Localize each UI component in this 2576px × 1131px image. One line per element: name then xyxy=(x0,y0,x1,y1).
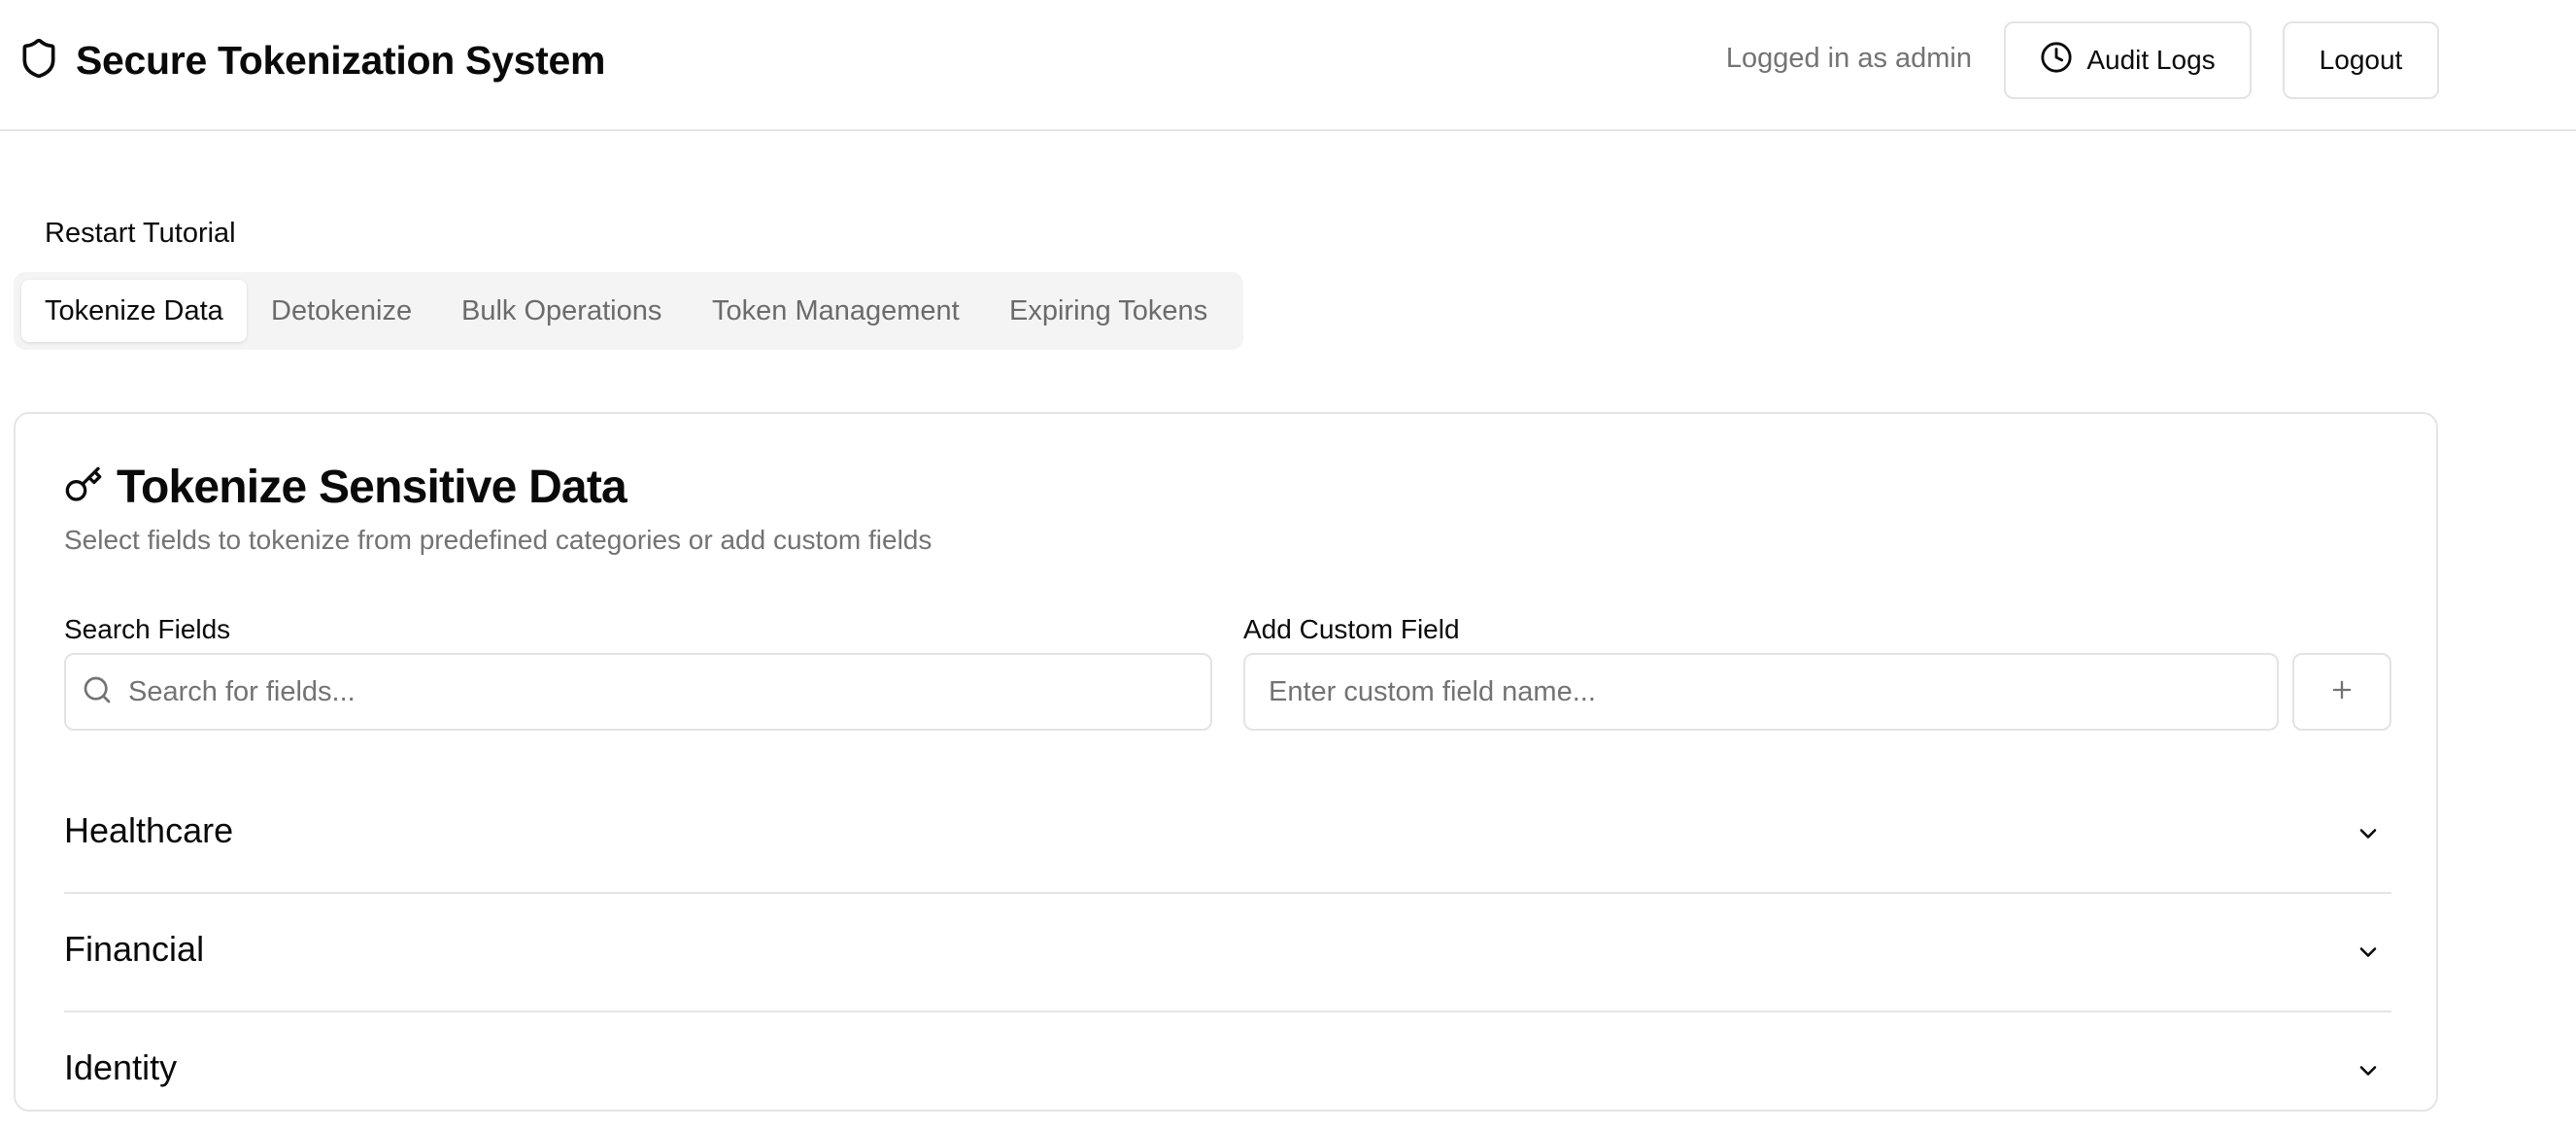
shield-icon xyxy=(17,35,60,86)
accordion-label: Identity xyxy=(64,1047,178,1087)
accordion-financial[interactable]: Financial xyxy=(64,894,2391,1012)
logged-in-status: Logged in as admin xyxy=(1725,43,1972,74)
audit-logs-label: Audit Logs xyxy=(2086,45,2216,75)
app-title: Secure Tokenization System xyxy=(76,38,606,83)
custom-field-input[interactable] xyxy=(1269,675,2277,708)
card-title: Tokenize Sensitive Data xyxy=(117,462,627,513)
accordion-label: Financial xyxy=(64,929,205,969)
plus-icon xyxy=(2328,676,2356,708)
app-header: Secure Tokenization System Logged in as … xyxy=(0,0,2576,131)
custom-field-wrapper xyxy=(1243,653,2279,731)
logout-button[interactable]: Logout xyxy=(2283,21,2439,99)
tab-expiring-tokens[interactable]: Expiring Tokens xyxy=(1009,280,1207,342)
chevron-down-icon xyxy=(2359,947,2377,957)
tab-detokenize[interactable]: Detokenize xyxy=(271,280,412,342)
logout-label: Logout xyxy=(2319,45,2403,75)
accordion-label: Healthcare xyxy=(64,810,234,850)
custom-field-label: Add Custom Field xyxy=(1243,614,1460,644)
search-field-wrapper xyxy=(64,653,1212,731)
card-subtitle: Select fields to tokenize from predefine… xyxy=(64,525,932,555)
search-input[interactable] xyxy=(128,675,1210,708)
main-tabs: Tokenize Data Detokenize Bulk Operations… xyxy=(14,272,1243,350)
accordion-identity[interactable]: Identity xyxy=(64,1012,2391,1131)
card-header: Tokenize Sensitive Data xyxy=(64,461,627,514)
tab-token-management[interactable]: Token Management xyxy=(712,280,960,342)
audit-logs-button[interactable]: Audit Logs xyxy=(2004,21,2252,99)
chevron-down-icon xyxy=(2359,829,2377,839)
restart-tutorial-link[interactable]: Restart Tutorial xyxy=(45,218,236,250)
key-icon xyxy=(64,465,103,509)
accordion-healthcare[interactable]: Healthcare xyxy=(64,775,2391,894)
tab-bulk-operations[interactable]: Bulk Operations xyxy=(461,280,661,342)
chevron-down-icon xyxy=(2359,1066,2377,1076)
tokenize-card: Tokenize Sensitive Data Select fields to… xyxy=(14,412,2438,1112)
tab-tokenize-data[interactable]: Tokenize Data xyxy=(21,280,247,342)
add-custom-field-button[interactable] xyxy=(2292,653,2391,731)
search-fields-label: Search Fields xyxy=(64,614,231,644)
clock-icon xyxy=(2040,41,2086,81)
brand: Secure Tokenization System xyxy=(17,35,605,86)
search-icon xyxy=(82,674,128,710)
